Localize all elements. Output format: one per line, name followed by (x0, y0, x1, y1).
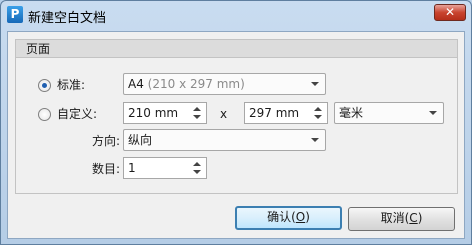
times-sign: x (220, 107, 228, 121)
app-icon: P (7, 6, 23, 23)
spin-arrows-icon[interactable] (314, 105, 323, 121)
standard-radio[interactable] (38, 79, 51, 92)
dialog-window: P 新建空白文档 ✕ 页面 标准: A4 (210 x 297 mm) 自定义:… (0, 0, 472, 245)
group-title: 页面 (16, 40, 457, 58)
width-value: 210 mm (128, 106, 179, 120)
width-stepper[interactable]: 210 mm (123, 102, 207, 124)
ok-close: ) (305, 210, 310, 224)
chevron-down-icon (311, 82, 319, 86)
custom-label: 自定义: (57, 107, 98, 121)
spin-arrows-icon[interactable] (193, 105, 202, 121)
unit-select[interactable]: 毫米 (334, 102, 444, 124)
chevron-down-icon (429, 111, 437, 115)
cancel-button[interactable]: 取消(C) (348, 207, 455, 231)
dialog-body: 页面 标准: A4 (210 x 297 mm) 自定义: 210 mm x 2… (7, 31, 465, 239)
height-stepper[interactable]: 297 mm (244, 102, 328, 124)
standard-label: 标准: (57, 78, 86, 92)
count-stepper[interactable]: 1 (123, 157, 207, 179)
window-title: 新建空白文档 (28, 11, 107, 26)
orientation-value: 纵向 (128, 133, 153, 147)
custom-radio[interactable] (38, 108, 51, 121)
ok-hotkey: O (295, 210, 306, 224)
standard-size-select[interactable]: A4 (210 x 297 mm) (123, 73, 326, 95)
unit-value: 毫米 (339, 106, 364, 120)
title-bar[interactable]: P 新建空白文档 ✕ (1, 1, 471, 29)
orientation-select[interactable]: 纵向 (123, 129, 326, 151)
spin-arrows-icon[interactable] (193, 160, 202, 176)
standard-size-detail: (210 x 297 mm) (147, 77, 245, 91)
count-value: 1 (128, 161, 136, 175)
page-group: 页面 标准: A4 (210 x 297 mm) 自定义: 210 mm x 2… (15, 39, 458, 194)
count-label: 数目: (92, 162, 121, 176)
height-value: 297 mm (249, 106, 300, 120)
cancel-close: ) (417, 211, 423, 225)
close-button[interactable]: ✕ (434, 4, 466, 21)
standard-size-value: A4 (128, 77, 144, 91)
ok-button[interactable]: 确认(O) (235, 206, 342, 230)
cancel-hotkey: C (409, 211, 418, 225)
orientation-label: 方向: (92, 134, 121, 148)
chevron-down-icon (311, 138, 319, 142)
ok-text: 确认( (267, 210, 296, 224)
cancel-text: 取消( (380, 211, 410, 225)
